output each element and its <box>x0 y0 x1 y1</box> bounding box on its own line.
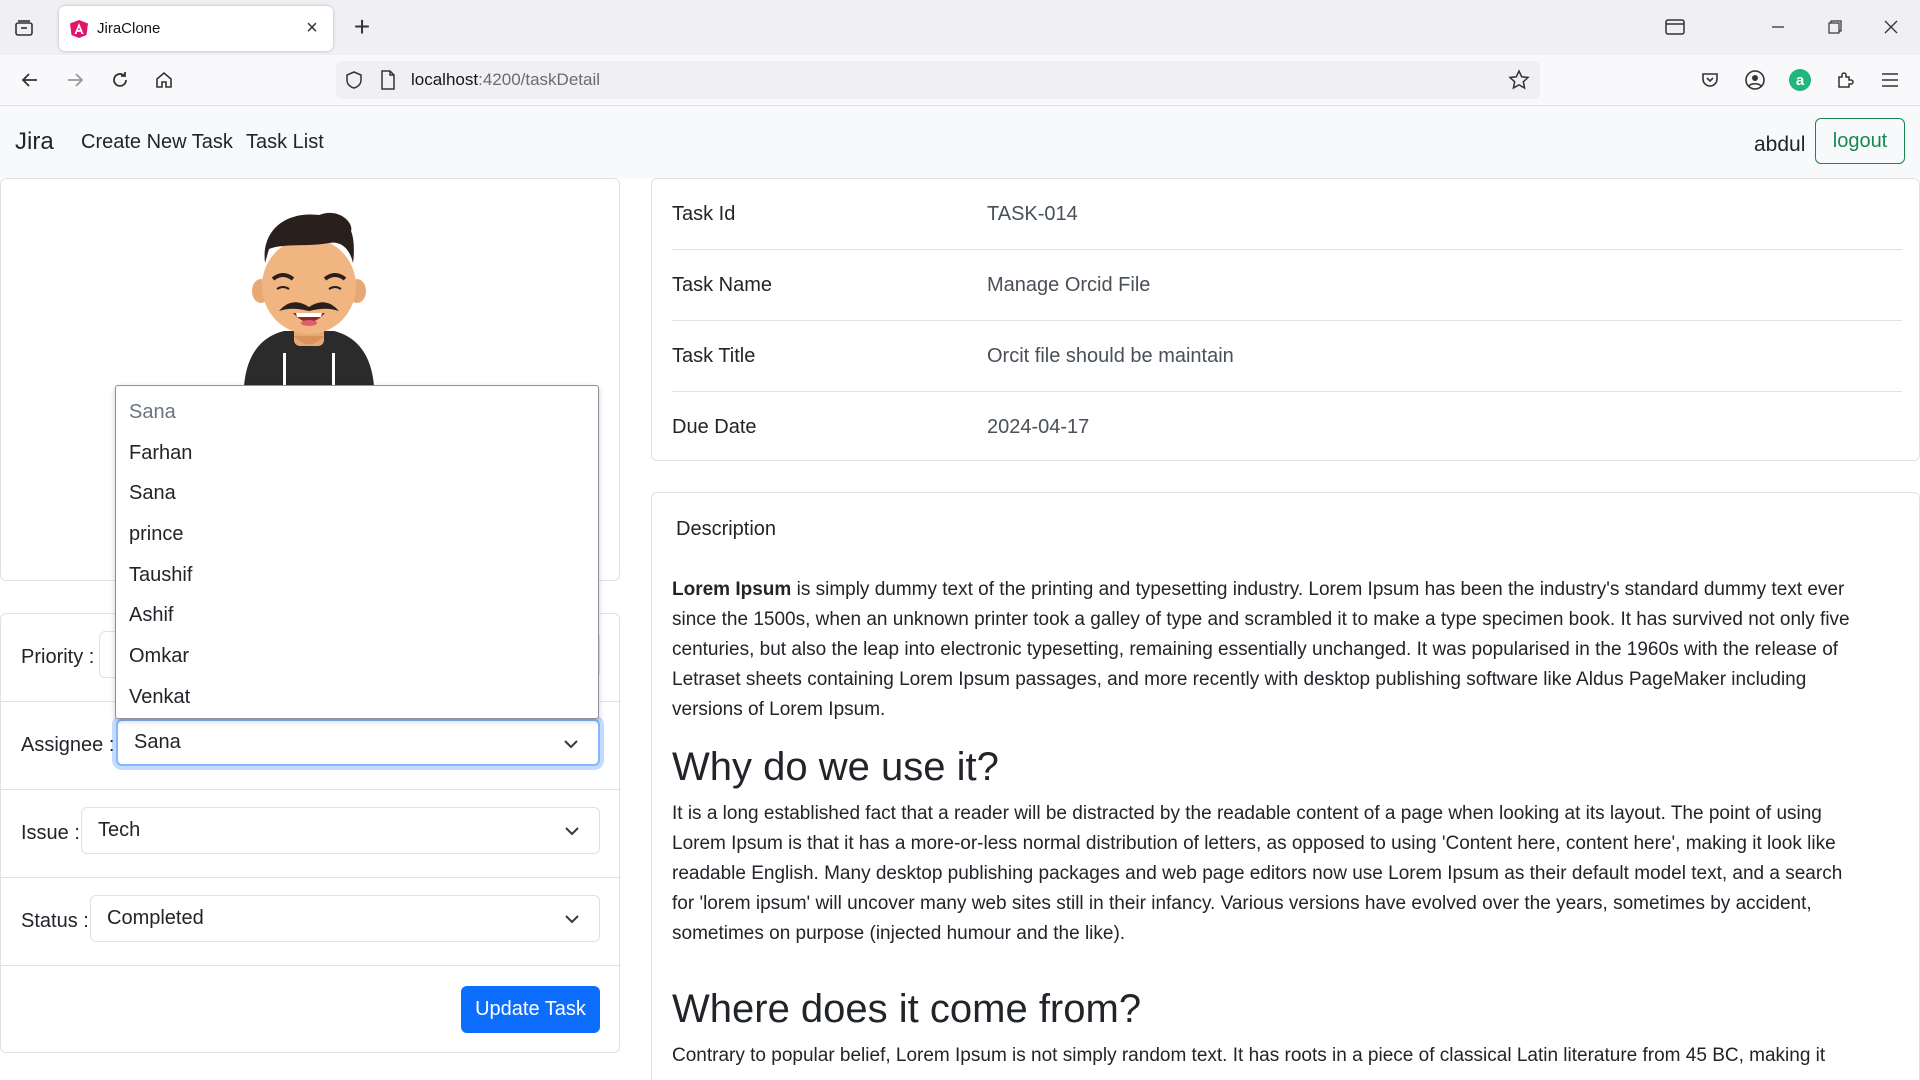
angular-icon <box>70 19 88 38</box>
close-icon[interactable]: × <box>301 18 323 40</box>
browser-tab-bar: JiraClone × + <box>0 0 1920 55</box>
description-paragraph: Lorem Ipsum is simply dummy text of the … <box>672 575 1867 725</box>
detail-key: Due Date <box>672 416 757 438</box>
page-icon <box>380 70 396 95</box>
extension-a-icon[interactable]: a <box>1785 65 1815 95</box>
status-select[interactable]: Completed <box>90 895 600 942</box>
description-paragraph: Contrary to popular belief, Lorem Ipsum … <box>672 1045 1826 1066</box>
chevron-down-icon <box>564 740 578 749</box>
detail-row: Task Title Orcit file should be maintain <box>672 321 1902 392</box>
description-text: is simply dummy text of the printing and… <box>672 579 1850 720</box>
dropdown-option[interactable]: Sana <box>116 392 598 433</box>
detail-key: Task Name <box>672 274 773 296</box>
dropdown-option[interactable]: Venkat <box>116 677 598 718</box>
detail-value: TASK-014 <box>987 203 1078 225</box>
chevron-down-icon <box>565 915 579 924</box>
issue-select[interactable]: Tech <box>81 807 600 854</box>
detail-key: Task Id <box>672 203 736 225</box>
pocket-icon[interactable] <box>1695 65 1725 95</box>
minimize-icon[interactable] <box>1755 12 1801 42</box>
restore-icon[interactable] <box>1812 12 1858 42</box>
status-select-value: Completed <box>107 907 204 929</box>
description-title: Description <box>676 518 777 540</box>
browser-tab[interactable]: JiraClone × <box>59 6 333 51</box>
description-heading: Where does it come from? <box>672 987 1142 1031</box>
assignee-dropdown: Sana Farhan Sana prince Taushif Ashif Om… <box>115 385 599 719</box>
account-icon[interactable] <box>1740 65 1770 95</box>
description-paragraph: It is a long established fact that a rea… <box>672 803 1843 944</box>
plus-icon[interactable]: + <box>348 13 376 42</box>
status-label: Status : <box>21 910 89 932</box>
url-host: localhost <box>411 70 479 89</box>
shield-icon[interactable] <box>344 70 364 95</box>
dropdown-option[interactable]: Sana <box>116 473 598 514</box>
nav-link-task-list[interactable]: Task List <box>246 131 324 154</box>
tab-overview-icon[interactable] <box>1652 12 1698 42</box>
dropdown-option[interactable]: Taushif <box>116 555 598 596</box>
nav-link-create-task[interactable]: Create New Task <box>81 131 233 154</box>
dropdown-option[interactable]: Farhan <box>116 433 598 474</box>
puzzle-icon[interactable] <box>1830 65 1860 95</box>
description-card: Description Lorem Ipsum is simply dummy … <box>651 492 1920 1080</box>
url-path: :4200/taskDetail <box>478 70 601 89</box>
description-heading: Why do we use it? <box>672 745 999 789</box>
window-close-icon[interactable] <box>1868 12 1914 42</box>
reload-icon[interactable] <box>105 65 135 95</box>
home-icon[interactable] <box>149 65 179 95</box>
detail-row: Task Id TASK-014 <box>672 179 1902 250</box>
back-icon[interactable] <box>15 65 45 95</box>
browser-toolbar: localhost:4200/taskDetail a <box>0 55 1920 106</box>
detail-row: Due Date 2024-04-17 <box>672 392 1902 463</box>
avatar <box>244 212 374 386</box>
assignee-select[interactable]: Sana <box>116 719 600 766</box>
url-bar[interactable]: localhost:4200/taskDetail <box>336 61 1540 99</box>
assignee-label: Assignee : <box>21 734 115 756</box>
chevron-down-icon <box>565 827 579 836</box>
forward-icon[interactable] <box>60 65 90 95</box>
dropdown-option[interactable]: prince <box>116 514 598 555</box>
detail-row: Task Name Manage Orcid File <box>672 250 1902 321</box>
description-bold: Lorem Ipsum <box>672 579 792 600</box>
status-row: Status : Completed <box>1 878 621 966</box>
tab-title: JiraClone <box>97 20 161 37</box>
issue-label: Issue : <box>21 822 80 844</box>
dropdown-option[interactable]: Omkar <box>116 636 598 677</box>
url-text[interactable]: localhost:4200/taskDetail <box>411 70 600 90</box>
svg-text:a: a <box>1796 72 1805 89</box>
menu-icon[interactable] <box>1875 65 1905 95</box>
brand-logo[interactable]: Jira <box>15 128 54 156</box>
description-body: Lorem Ipsum is simply dummy text of the … <box>672 575 1867 1080</box>
username: abdul <box>1754 133 1806 156</box>
star-icon[interactable] <box>1508 69 1530 96</box>
logout-button[interactable]: logout <box>1815 118 1905 164</box>
issue-row: Issue : Tech <box>1 790 621 878</box>
update-task-button[interactable]: Update Task <box>461 986 600 1033</box>
tab-list-icon[interactable] <box>10 14 38 42</box>
detail-value: Orcit file should be maintain <box>987 345 1234 367</box>
detail-key: Task Title <box>672 345 756 367</box>
dropdown-option[interactable]: Ashif <box>116 595 598 636</box>
detail-value: Manage Orcid File <box>987 274 1151 296</box>
app-navbar: Jira Create New Task Task List abdul log… <box>0 106 1920 178</box>
detail-value: 2024-04-17 <box>987 416 1090 438</box>
priority-label: Priority : <box>21 646 95 668</box>
task-detail-card: Task Id TASK-014 Task Name Manage Orcid … <box>651 178 1920 461</box>
issue-select-value: Tech <box>98 819 141 841</box>
assignee-select-value: Sana <box>134 731 181 753</box>
